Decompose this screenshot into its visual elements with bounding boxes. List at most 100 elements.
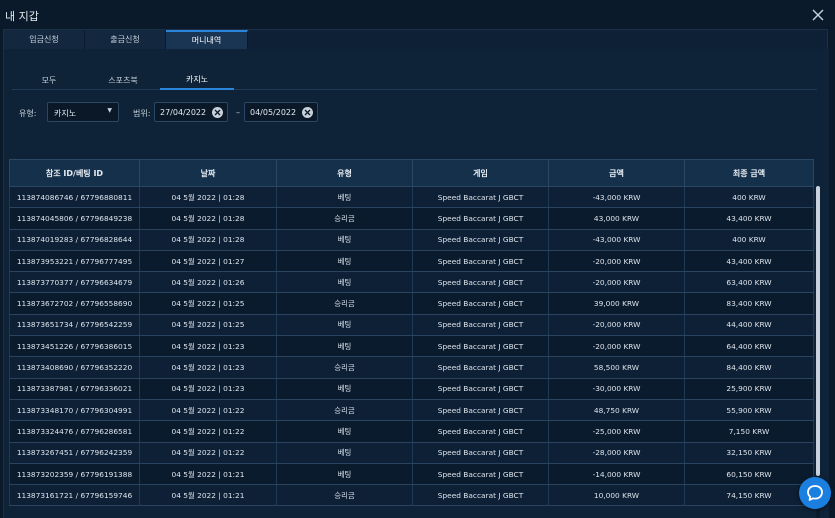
cell-ref-id: 113873672702 / 67796558690	[9, 292, 140, 315]
cell-ref-id: 113873324476 / 67796286581	[9, 420, 140, 443]
chat-icon	[807, 485, 823, 501]
window-title-bar: 내 지갑	[0, 0, 835, 30]
tab-deposit[interactable]: 입금신청	[4, 30, 85, 49]
cell-final-amount: 43,400 KRW	[684, 207, 814, 230]
type-label: 유형:	[19, 109, 37, 118]
cell-ref-id: 113873408690 / 67796352220	[9, 356, 140, 379]
table-row: 113873267451 / 67796242359 04 5월 2022 | 0…	[9, 442, 814, 464]
cell-ref-id: 113873387981 / 67796336021	[9, 378, 140, 400]
cell-final-amount: 400 KRW	[684, 186, 814, 209]
cell-date: 04 5월 2022 | 01:21	[139, 463, 277, 486]
date-separator: –	[236, 108, 240, 117]
cell-game: Speed Baccarat J GBCT	[412, 250, 549, 273]
cell-final-amount: 64,400 KRW	[684, 335, 814, 358]
tab-sportsbook[interactable]: 스포츠북	[86, 70, 160, 90]
tab-money-history[interactable]: 머니내역	[166, 30, 248, 49]
cell-amount: -20,000 KRW	[548, 271, 685, 294]
table-row: 113873324476 / 67796286581 04 5월 2022 | 0…	[9, 420, 814, 443]
cell-final-amount: 63,400 KRW	[684, 271, 814, 294]
cell-game: Speed Baccarat J GBCT	[412, 356, 549, 379]
cell-amount: -14,000 KRW	[548, 463, 685, 486]
table-row: 113873408690 / 67796352220 04 5월 2022 | 0…	[9, 356, 814, 379]
clear-icon	[214, 109, 221, 116]
cell-type: 베팅	[276, 335, 413, 358]
header-date: 날짜	[139, 159, 277, 187]
cell-amount: -25,000 KRW	[548, 420, 685, 443]
cell-final-amount: 25,900 KRW	[684, 378, 814, 400]
table-row: 113873953221 / 67796777495 04 5월 2022 | 0…	[9, 250, 814, 273]
cell-amount: 43,000 KRW	[548, 207, 685, 230]
tab-casino[interactable]: 카지노	[160, 70, 234, 90]
table-row: 113874019283 / 67796828644 04 5월 2022 | 0…	[9, 229, 814, 251]
cell-amount: -43,000 KRW	[548, 229, 685, 251]
tab-all[interactable]: 모두	[12, 70, 86, 90]
table-row: 113874086746 / 67796880811 04 5월 2022 | 0…	[9, 186, 814, 209]
chat-button[interactable]	[799, 477, 831, 509]
cell-date: 04 5월 2022 | 01:27	[139, 250, 277, 273]
cell-type: 베팅	[276, 250, 413, 273]
cell-final-amount: 83,400 KRW	[684, 292, 814, 315]
clear-date-to-button[interactable]	[302, 107, 313, 118]
header-final-amount: 최종 금액	[684, 159, 814, 187]
table-header-row: 참조 ID/베팅 ID 날짜 유형 게임 금액 최종 금액	[9, 159, 814, 187]
cell-type: 베팅	[276, 463, 413, 486]
table-row: 113873161721 / 67796159746 04 5월 2022 | 0…	[9, 484, 814, 507]
cell-ref-id: 113874045806 / 67796849238	[9, 207, 140, 230]
cell-final-amount: 84,400 KRW	[684, 356, 814, 379]
table-row: 113873387981 / 67796336021 04 5월 2022 | 0…	[9, 378, 814, 400]
cell-ref-id: 113873451226 / 67796386015	[9, 335, 140, 358]
scrollbar-thumb[interactable]	[816, 186, 820, 476]
cell-ref-id: 113873348170 / 67796304991	[9, 399, 140, 422]
cell-ref-id: 113873770377 / 67796634679	[9, 271, 140, 294]
chevron-down-icon: ▼	[107, 107, 112, 114]
cell-amount: 10,000 KRW	[548, 484, 685, 507]
cell-date: 04 5월 2022 | 01:23	[139, 335, 277, 358]
cell-amount: 58,500 KRW	[548, 356, 685, 379]
cell-final-amount: 400 KRW	[684, 229, 814, 251]
cell-type: 베팅	[276, 186, 413, 209]
cell-amount: 48,750 KRW	[548, 399, 685, 422]
cell-game: Speed Baccarat J GBCT	[412, 229, 549, 251]
cell-game: Speed Baccarat J GBCT	[412, 463, 549, 486]
cell-game: Speed Baccarat J GBCT	[412, 292, 549, 315]
cell-type: 베팅	[276, 378, 413, 400]
clear-icon	[304, 109, 311, 116]
main-tabs: 입금신청 출금신청 머니내역	[4, 30, 248, 49]
cell-date: 04 5월 2022 | 01:28	[139, 186, 277, 209]
table-row: 113873348170 / 67796304991 04 5월 2022 | 0…	[9, 399, 814, 422]
cell-ref-id: 113873651734 / 67796542259	[9, 314, 140, 337]
cell-final-amount: 32,150 KRW	[684, 442, 814, 464]
header-game: 게임	[412, 159, 549, 187]
clear-date-from-button[interactable]	[212, 107, 223, 118]
table-row: 113873770377 / 67796634679 04 5월 2022 | 0…	[9, 271, 814, 294]
cell-type: 베팅	[276, 420, 413, 443]
cell-date: 04 5월 2022 | 01:23	[139, 356, 277, 379]
cell-final-amount: 44,400 KRW	[684, 314, 814, 337]
type-select[interactable]: 카지노 ▼	[47, 102, 119, 122]
cell-type: 승리금	[276, 484, 413, 507]
cell-date: 04 5월 2022 | 01:28	[139, 207, 277, 230]
table-row: 113873672702 / 67796558690 04 5월 2022 | 0…	[9, 292, 814, 315]
table-row: 113874045806 / 67796849238 04 5월 2022 | 0…	[9, 207, 814, 230]
close-icon	[812, 9, 824, 21]
cell-game: Speed Baccarat J GBCT	[412, 399, 549, 422]
table-scrollbar[interactable]	[816, 186, 820, 518]
date-to-field[interactable]	[244, 102, 318, 122]
type-select-value: 카지노	[54, 109, 77, 118]
tab-withdraw[interactable]: 출금신청	[85, 30, 166, 49]
date-to-input[interactable]	[250, 108, 302, 117]
cell-ref-id: 113873161721 / 67796159746	[9, 484, 140, 507]
cell-ref-id: 113873953221 / 67796777495	[9, 250, 140, 273]
cell-date: 04 5월 2022 | 01:22	[139, 442, 277, 464]
cell-amount: -30,000 KRW	[548, 378, 685, 400]
sub-tabs: 모두 스포츠북 카지노	[12, 70, 817, 90]
date-from-input[interactable]	[160, 108, 212, 117]
cell-game: Speed Baccarat J GBCT	[412, 420, 549, 443]
close-button[interactable]	[809, 6, 827, 24]
cell-final-amount: 60,150 KRW	[684, 463, 814, 486]
cell-final-amount: 74,150 KRW	[684, 484, 814, 507]
cell-date: 04 5월 2022 | 01:28	[139, 229, 277, 251]
cell-type: 베팅	[276, 442, 413, 464]
cell-type: 베팅	[276, 271, 413, 294]
date-from-field[interactable]	[154, 102, 228, 122]
